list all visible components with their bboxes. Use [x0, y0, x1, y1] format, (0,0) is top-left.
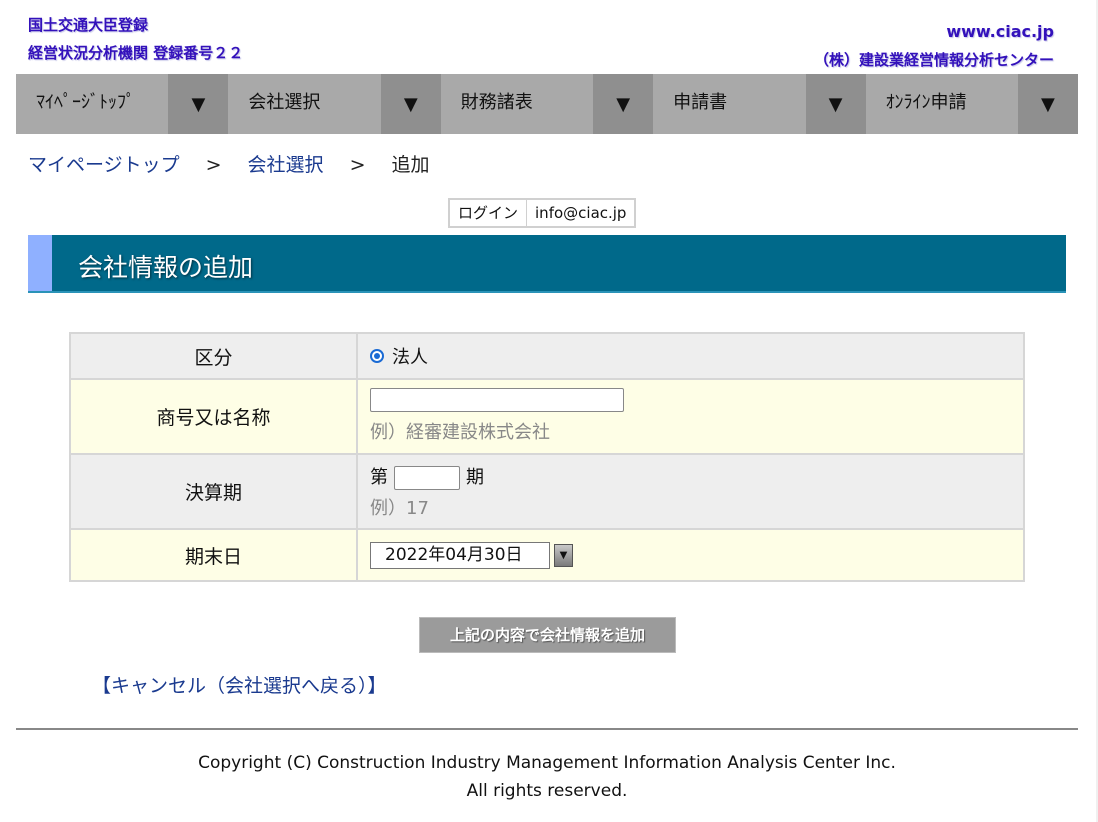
period-prefix: 第	[370, 467, 388, 488]
cancel-link[interactable]: 【キャンセル（会社選択へ戻る）】	[92, 671, 387, 698]
name-example: 例）経審建設株式会社	[370, 422, 550, 443]
name-label: 商号又は名称	[71, 380, 358, 453]
company-form: 区分 法人 商号又は名称 例）経審建設株式会社 決算期 第 期 例）17 期末日	[69, 332, 1025, 582]
main-nav: ﾏｲﾍﾟｰｼﾞﾄｯﾌﾟ ▼ 会社選択 ▼ 財務諸表 ▼ 申請書 ▼ ｵﾝﾗｲﾝ申…	[16, 74, 1078, 134]
login-status: ログイン info@ciac.jp	[448, 198, 637, 228]
nav-item-application[interactable]: 申請書 ▼	[653, 74, 866, 134]
nav-item-online-application[interactable]: ｵﾝﾗｲﾝ申請 ▼	[866, 74, 1078, 134]
breadcrumb-separator: >	[205, 154, 222, 176]
form-row-kubun: 区分 法人	[71, 334, 1023, 380]
add-company-button[interactable]: 上記の内容で会社情報を追加	[419, 617, 676, 653]
nav-item-company-select[interactable]: 会社選択 ▼	[228, 74, 441, 134]
breadcrumb-separator: >	[349, 154, 366, 176]
nav-item-label[interactable]: 申請書	[653, 74, 805, 134]
section-header: 会社情報の追加	[28, 235, 1066, 293]
period-label: 決算期	[71, 455, 358, 528]
corporation-radio-label[interactable]: 法人	[392, 343, 428, 369]
period-value: 第 期 例）17	[358, 455, 1023, 528]
registration-number-line: 経営状況分析機関 登録番号２２	[28, 44, 244, 62]
login-label: ログイン	[450, 200, 528, 226]
nav-item-label[interactable]: ﾏｲﾍﾟｰｼﾞﾄｯﾌﾟ	[16, 74, 168, 134]
nav-item-label[interactable]: 会社選択	[228, 74, 380, 134]
nav-item-mypage[interactable]: ﾏｲﾍﾟｰｼﾞﾄｯﾌﾟ ▼	[16, 74, 229, 134]
breadcrumb-current: 追加	[391, 154, 430, 176]
nav-item-label[interactable]: 財務諸表	[441, 74, 593, 134]
chevron-down-icon[interactable]: ▼	[380, 74, 441, 134]
copyright-text: Copyright (C) Construction Industry Mana…	[198, 753, 896, 773]
breadcrumb-company-select-link[interactable]: 会社選択	[248, 154, 324, 176]
end-date-value: 2022年04月30日 ▼	[358, 530, 1023, 580]
period-input[interactable]	[394, 466, 460, 490]
chevron-down-icon[interactable]: ▼	[593, 74, 654, 134]
chevron-down-icon[interactable]: ▼	[805, 74, 866, 134]
period-example: 例）17	[370, 498, 429, 519]
form-row-period: 決算期 第 期 例）17	[71, 455, 1023, 530]
end-date-label: 期末日	[71, 530, 358, 580]
nav-item-label[interactable]: ｵﾝﾗｲﾝ申請	[866, 74, 1018, 134]
chevron-down-icon[interactable]: ▼	[1017, 74, 1078, 134]
kubun-label: 区分	[71, 334, 358, 378]
kubun-value: 法人	[358, 334, 1023, 378]
page-title: 会社情報の追加	[78, 253, 254, 282]
registration-line: 国土交通大臣登録	[28, 16, 149, 34]
corporation-radio[interactable]	[370, 349, 384, 363]
end-date-input[interactable]: 2022年04月30日	[370, 541, 550, 569]
chevron-down-icon[interactable]: ▼	[168, 74, 229, 134]
chevron-down-icon[interactable]: ▼	[554, 543, 573, 567]
date-picker[interactable]: 2022年04月30日 ▼	[370, 541, 573, 569]
nav-item-financials[interactable]: 財務諸表 ▼	[441, 74, 654, 134]
period-suffix: 期	[466, 467, 484, 488]
breadcrumb-mypage-link[interactable]: マイページトップ	[28, 154, 180, 176]
rights-text: All rights reserved.	[466, 781, 628, 801]
form-row-name: 商号又は名称 例）経審建設株式会社	[71, 380, 1023, 455]
login-email: info@ciac.jp	[535, 204, 627, 222]
form-row-end-date: 期末日 2022年04月30日 ▼	[71, 530, 1023, 580]
footer-divider	[16, 728, 1078, 730]
site-header: 国土交通大臣登録 経営状況分析機関 登録番号２２ www.ciac.jp （株）…	[16, 14, 1078, 74]
name-value: 例）経審建設株式会社	[358, 380, 1023, 453]
footer: Copyright (C) Construction Industry Mana…	[16, 749, 1078, 805]
section-accent	[28, 235, 52, 291]
company-name-input[interactable]	[370, 388, 624, 412]
page: 国土交通大臣登録 経営状況分析機関 登録番号２２ www.ciac.jp （株）…	[16, 14, 1078, 822]
breadcrumb: マイページトップ > 会社選択 > 追加	[28, 150, 430, 177]
